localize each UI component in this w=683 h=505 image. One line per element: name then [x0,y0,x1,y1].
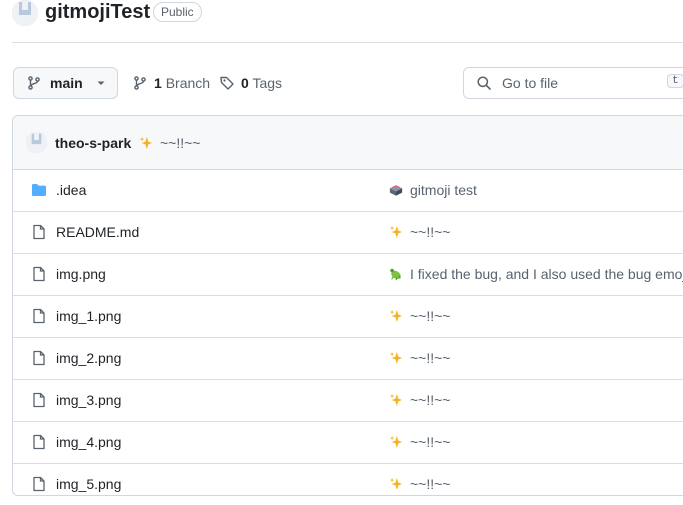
file-name[interactable]: img_1.png [56,308,121,324]
sparkles-icon [389,309,403,323]
latest-commit-message[interactable]: ~~!!~~ [139,135,200,151]
commit-text: ~~!!~~ [410,434,451,450]
file-commit-message[interactable]: ~~!!~~ [389,476,450,492]
branch-name: main [50,75,83,91]
file-row[interactable]: README.md ~~!!~~ [13,212,683,254]
file-row[interactable]: img_1.png ~~!!~~ [13,296,683,338]
branches-link[interactable]: 1 Branch [132,75,210,91]
sparkles-icon [389,393,403,407]
file-commit-message[interactable]: gitmoji test [389,182,477,198]
file-commit-message[interactable]: I fixed the bug, and I also used the bug… [389,266,683,282]
git-branch-icon [28,76,40,90]
header-divider [12,42,683,43]
file-row[interactable]: img_3.png ~~!!~~ [13,380,683,422]
branch-count: 1 [154,75,162,91]
file-commit-message[interactable]: ~~!!~~ [389,224,450,240]
file-icon [33,308,45,324]
commit-text: ~~!!~~ [410,476,451,492]
branch-word: Branch [165,75,211,91]
search-icon [477,76,491,90]
commit-message-text: ~~!!~~ [160,135,201,151]
latest-commit-bar: theo-s-park ~~!!~~ [13,116,683,170]
file-name[interactable]: img_4.png [56,434,121,450]
commit-text: ~~!!~~ [410,392,451,408]
file-list: .idea gitmoji test README.md ~~!!~~ img.png I… [13,170,683,495]
git-branch-icon [134,76,146,90]
file-icon [33,392,45,408]
visibility-badge: Public [153,2,202,22]
file-table: theo-s-park ~~!!~~ .idea gitmoji test READ… [12,115,683,496]
commit-text: ~~!!~~ [410,224,451,240]
commit-text: gitmoji test [410,182,477,198]
file-name[interactable]: img.png [56,266,106,282]
tag-count: 0 [241,75,249,91]
identicon-icon [12,0,38,26]
branch-selector-button[interactable]: main [13,67,118,99]
file-name[interactable]: .idea [56,182,86,198]
go-to-file-input[interactable] [500,74,654,92]
commit-text: ~~!!~~ [410,350,451,366]
commit-text: ~~!!~~ [410,308,451,324]
file-commit-message[interactable]: ~~!!~~ [389,308,450,324]
tag-word: Tags [252,75,283,91]
sparkles-icon [139,136,153,150]
file-commit-message[interactable]: ~~!!~~ [389,392,450,408]
chevron-down-icon [97,81,105,85]
identicon-icon [26,132,47,153]
file-commit-message[interactable]: ~~!!~~ [389,434,450,450]
file-row[interactable]: img_2.png ~~!!~~ [13,338,683,380]
commit-text: I fixed the bug, and I also used the bug… [410,266,683,282]
sparkles-icon [389,477,403,491]
tag-icon [220,76,234,90]
card-file-box-icon [389,185,403,196]
file-icon [33,434,45,450]
file-icon [33,350,45,366]
sparkles-icon [389,351,403,365]
sparkles-icon [389,435,403,449]
file-icon [33,224,45,240]
tags-link[interactable]: 0 Tags [219,75,282,91]
search-shortcut-key: t [667,74,683,88]
file-row[interactable]: img_4.png ~~!!~~ [13,422,683,464]
file-name[interactable]: img_3.png [56,392,121,408]
folder-icon [32,184,46,196]
file-name[interactable]: README.md [56,224,139,240]
commit-author[interactable]: theo-s-park [55,135,131,151]
file-icon [33,266,45,282]
file-name[interactable]: img_2.png [56,350,121,366]
file-icon [33,476,45,492]
go-to-file-search[interactable] [463,67,683,99]
bug-icon [390,268,401,281]
file-commit-message[interactable]: ~~!!~~ [389,350,450,366]
commit-author-avatar[interactable] [26,132,47,153]
repo-owner-avatar[interactable] [12,0,38,26]
sparkles-icon [389,225,403,239]
file-row[interactable]: .idea gitmoji test [13,170,683,212]
file-name[interactable]: img_5.png [56,476,121,492]
file-row[interactable]: img.png I fixed the bug, and I also used … [13,254,683,296]
file-row[interactable]: img_5.png ~~!!~~ [13,464,683,495]
repo-name[interactable]: gitmojiTest [45,1,150,24]
